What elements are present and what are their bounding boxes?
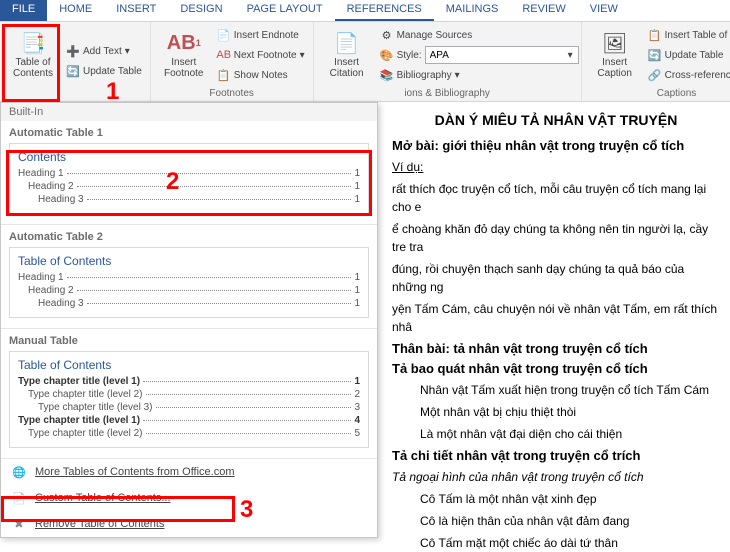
manual-preview: Table of Contents Type chapter title (le… <box>9 351 369 448</box>
c3: Cô Tấm mặt một chiếc áo dài tứ thân <box>392 534 720 552</box>
h-thanbai: Thân bài: tả nhân vật trong truyện cổ tí… <box>392 341 720 356</box>
add-text-button[interactable]: ➕Add Text▾ <box>64 43 144 61</box>
group-footnotes: AB1 Insert Footnote 📄Insert Endnote ABNe… <box>151 22 314 101</box>
manual-heading: Table of Contents <box>18 358 360 372</box>
vidu: Ví dụ: <box>392 158 720 176</box>
toc-dropdown: Built-In Automatic Table 1 Contents Head… <box>0 102 378 538</box>
group-captions: 🖼 Insert Caption 📋Insert Table of Figure… <box>582 22 730 101</box>
insert-endnote-button[interactable]: 📄Insert Endnote <box>215 26 307 44</box>
tab-design[interactable]: DESIGN <box>168 0 234 21</box>
manage-icon: ⚙ <box>380 28 394 42</box>
dd-remove-toc[interactable]: ✖Remove Table of Contents <box>1 511 377 537</box>
auto2-title: Automatic Table 2 <box>9 231 369 243</box>
tab-insert[interactable]: INSERT <box>104 0 168 21</box>
tab-review[interactable]: REVIEW <box>510 0 577 21</box>
add-text-icon: ➕ <box>66 45 80 59</box>
doc-title: DÀN Ý MIÊU TẢ NHÂN VẬT TRUYỆN <box>392 112 720 128</box>
show-notes-button[interactable]: 📋Show Notes <box>215 66 307 84</box>
group-label-citations: ions & Bibliography <box>320 88 575 99</box>
insert-tof-button[interactable]: 📋Insert Table of Figures <box>646 26 730 44</box>
dd-auto1[interactable]: Automatic Table 1 Contents Heading 11 He… <box>1 121 377 225</box>
tof-icon: 📋 <box>648 28 662 42</box>
show-notes-icon: 📋 <box>217 68 231 82</box>
c1: Cô Tấm là một nhân vật xinh đẹp <box>392 490 720 508</box>
tab-file[interactable]: FILE <box>0 0 47 21</box>
group-toc: 📑 Table of Contents ➕Add Text▾ 🔄Update T… <box>0 22 151 101</box>
chevron-down-icon: ▾ <box>300 50 305 61</box>
p2: ể choàng khăn đỏ dạy chúng ta không nên … <box>392 220 720 256</box>
update-table-button[interactable]: 🔄Update Table <box>64 63 144 81</box>
manual-title: Manual Table <box>9 335 369 347</box>
chevron-down-icon: ▾ <box>125 46 130 57</box>
style-select[interactable] <box>425 46 579 64</box>
h-sub1: Tả bao quát nhân vật trong truyện cổ tíc… <box>392 361 720 376</box>
auto2-preview: Table of Contents Heading 11 Heading 21 … <box>9 247 369 318</box>
tab-bar: FILE HOME INSERT DESIGN PAGE LAYOUT REFE… <box>0 0 730 22</box>
remove-toc-icon: ✖ <box>11 516 27 532</box>
update-caption-button[interactable]: 🔄Update Table <box>646 46 730 64</box>
dd-builtin-header: Built-In <box>1 103 377 121</box>
auto1-heading: Contents <box>18 150 360 164</box>
update-cap-icon: 🔄 <box>648 48 662 62</box>
bibliography-button[interactable]: 📚Bibliography▾ <box>378 66 575 84</box>
toc-label: Table of Contents <box>13 57 53 79</box>
marker-3: 3 <box>240 496 253 524</box>
office-icon: 🌐 <box>11 464 27 480</box>
endnote-icon: 📄 <box>217 28 231 42</box>
table-of-contents-button[interactable]: 📑 Table of Contents <box>6 24 60 84</box>
insert-caption-button[interactable]: 🖼 Insert Caption <box>588 24 642 84</box>
b3: Là một nhân vật đại diện cho cái thiện <box>392 425 720 443</box>
caption-icon: 🖼 <box>601 29 629 57</box>
tab-home[interactable]: HOME <box>47 0 104 21</box>
auto2-heading: Table of Contents <box>18 254 360 268</box>
auto1-preview: Contents Heading 11 Heading 21 Heading 3… <box>9 143 369 214</box>
p1: rất thích đọc truyện cổ tích, mỗi câu tr… <box>392 180 720 216</box>
cross-reference-button[interactable]: 🔗Cross-reference <box>646 66 730 84</box>
b1: Nhân vật Tấm xuất hiện trong truyện cổ t… <box>392 381 720 399</box>
b2: Một nhân vật bị chịu thiệt thòi <box>392 403 720 421</box>
next-fn-icon: AB <box>217 48 231 62</box>
h-sub2: Tả chi tiết nhân vật trong truyện cổ trí… <box>392 448 720 463</box>
insert-footnote-button[interactable]: AB1 Insert Footnote <box>157 24 211 84</box>
group-label-captions: Captions <box>588 88 730 99</box>
citation-icon: 📄 <box>333 29 361 57</box>
biblio-icon: 📚 <box>380 68 394 82</box>
h-mobai: Mở bài: giới thiệu nhân vật trong truyện… <box>392 138 720 153</box>
marker-1: 1 <box>106 78 119 106</box>
toc-icon: 📑 <box>19 29 47 57</box>
dd-more-office[interactable]: 🌐More Tables of Contents from Office.com <box>1 459 377 485</box>
tab-view[interactable]: VIEW <box>578 0 630 21</box>
dd-manual[interactable]: Manual Table Table of Contents Type chap… <box>1 329 377 459</box>
p3: đúng, rồi chuyện thạch sanh dạy chúng ta… <box>392 260 720 296</box>
update-icon: 🔄 <box>66 65 80 79</box>
dd-auto2[interactable]: Automatic Table 2 Table of Contents Head… <box>1 225 377 329</box>
chevron-down-icon[interactable]: ▾ <box>568 50 573 61</box>
style-row: 🎨 Style: ▾ <box>378 46 575 64</box>
custom-toc-icon: 📄 <box>11 490 27 506</box>
p4: yện Tấm Cám, câu chuyện nói về nhân vật … <box>392 300 720 336</box>
tab-page-layout[interactable]: PAGE LAYOUT <box>235 0 335 21</box>
manage-sources-button[interactable]: ⚙Manage Sources <box>378 26 575 44</box>
next-footnote-button[interactable]: ABNext Footnote▾ <box>215 46 307 64</box>
c2: Cô là hiện thân của nhân vật đảm đang <box>392 512 720 530</box>
tab-references[interactable]: REFERENCES <box>335 0 434 21</box>
tab-mailings[interactable]: MAILINGS <box>434 0 511 21</box>
style-icon: 🎨 <box>380 48 394 62</box>
marker-2: 2 <box>166 168 179 196</box>
chevron-down-icon: ▾ <box>455 70 460 81</box>
footnote-icon: AB1 <box>170 29 198 57</box>
h-sub2a: Tả ngoại hình của nhân vật trong truyện … <box>392 468 720 486</box>
xref-icon: 🔗 <box>648 68 662 82</box>
document-area[interactable]: DÀN Ý MIÊU TẢ NHÂN VẬT TRUYỆN Mở bài: gi… <box>378 102 730 552</box>
dd-custom-toc[interactable]: 📄Custom Table of Contents... <box>1 485 377 511</box>
group-citations: 📄 Insert Citation ⚙Manage Sources 🎨 Styl… <box>314 22 582 101</box>
insert-citation-button[interactable]: 📄 Insert Citation <box>320 24 374 84</box>
auto1-title: Automatic Table 1 <box>9 127 369 139</box>
group-label-footnotes: Footnotes <box>157 88 307 99</box>
